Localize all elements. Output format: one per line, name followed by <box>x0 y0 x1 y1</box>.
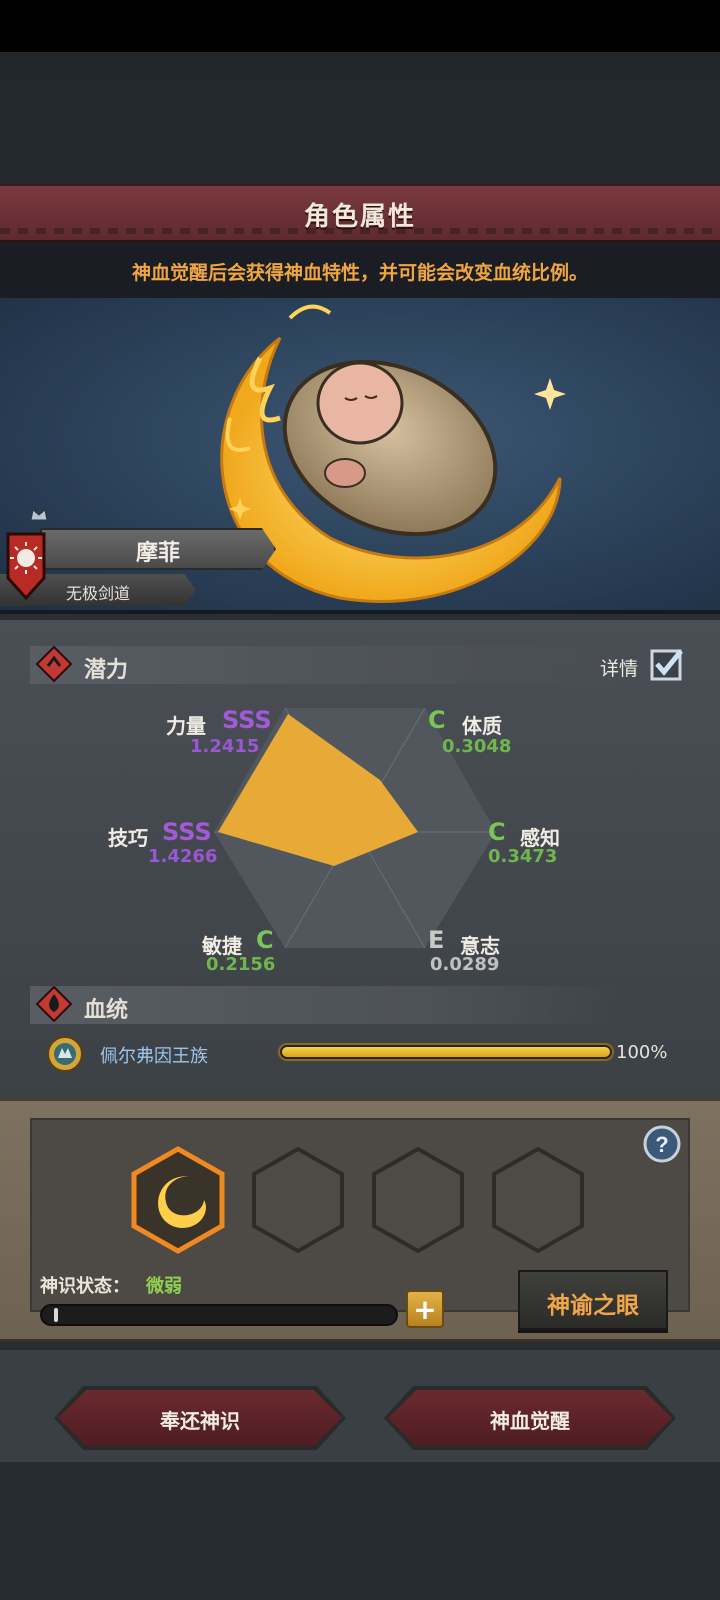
lineage-progress-bar <box>278 1043 614 1061</box>
oracle-eye-label: 神谕之眼 <box>547 1293 639 1319</box>
question-icon[interactable]: ? <box>642 1124 682 1164</box>
divine-state-fill <box>54 1308 58 1322</box>
stat-agility-value: 0.2156 <box>206 954 276 975</box>
rank-badge-icon <box>30 509 48 521</box>
divine-awaken-label: 神血觉醒 <box>490 1409 570 1433</box>
divine-state-value: 微弱 <box>146 1276 182 1297</box>
stat-perception-value: 0.3473 <box>488 846 558 867</box>
divine-slot-1[interactable] <box>130 1146 226 1254</box>
page-title: 角色属性 <box>303 202 416 232</box>
divine-state-bar <box>40 1304 398 1326</box>
stat-skill-grade: SSS <box>162 818 212 846</box>
stat-will-value: 0.0289 <box>430 954 500 975</box>
stat-constitution-name: 体质 <box>462 714 502 738</box>
stat-constitution-value: 0.3048 <box>442 736 512 757</box>
stat-strength-value: 1.2415 <box>190 736 260 757</box>
stat-strength-name: 力量 <box>166 714 206 738</box>
detail-label: 详情 <box>600 658 639 680</box>
stat-skill-name: 技巧 <box>108 826 148 850</box>
stat-agility-grade: C <box>256 926 274 954</box>
stat-will-grade: E <box>428 926 445 954</box>
divine-slot-2[interactable] <box>250 1146 346 1254</box>
blood-drop-icon <box>35 985 73 1023</box>
svg-text:?: ? <box>655 1132 668 1157</box>
royal-crest-icon <box>47 1036 83 1072</box>
awakening-hint: 神血觉醒后会获得神血特性，并可能会改变血统比例。 <box>131 262 588 284</box>
divine-slot-3[interactable] <box>370 1146 466 1254</box>
hint-band: 神血觉醒后会获得神血特性，并可能会改变血统比例。 <box>0 242 720 298</box>
potential-label: 潜力 <box>84 658 129 683</box>
lineage-label: 血统 <box>84 998 129 1023</box>
add-divine-button[interactable]: + <box>406 1290 444 1328</box>
stat-constitution-grade: C <box>428 706 446 734</box>
stat-strength-grade: SSS <box>222 706 272 734</box>
divine-slot-4[interactable] <box>490 1146 586 1254</box>
status-bar-area <box>0 0 720 52</box>
lineage-name: 佩尔弗因王族 <box>100 1046 208 1067</box>
return-divine-label: 奉还神识 <box>160 1409 240 1433</box>
divine-state-label: 神识状态： <box>40 1276 130 1297</box>
title-band: 角色属性 <box>0 184 720 242</box>
stat-perception-grade: C <box>488 818 506 846</box>
detail-checkbox[interactable] <box>650 647 684 681</box>
lineage-percent: 100% <box>616 1042 668 1063</box>
plus-icon: + <box>413 1293 437 1326</box>
lineage-progress-fill <box>282 1047 610 1057</box>
stat-skill-value: 1.4266 <box>148 846 218 867</box>
character-name: 摩菲 <box>135 541 180 566</box>
sun-shield-icon <box>6 532 46 600</box>
potential-icon <box>35 645 73 683</box>
